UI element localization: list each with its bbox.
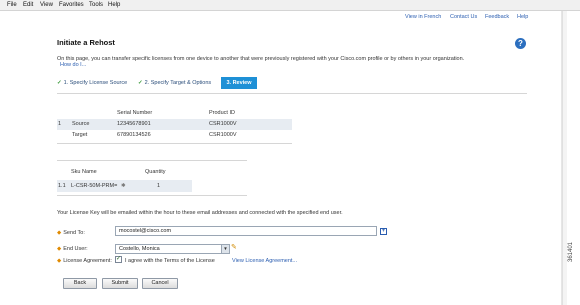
table-bottom-rule <box>57 143 292 144</box>
check-icon: ✓ <box>57 80 62 86</box>
link-contact-us[interactable]: Contact Us <box>450 14 477 20</box>
menu-favorites[interactable]: Favorites <box>59 2 84 8</box>
check-icon: ✓ <box>138 80 143 86</box>
row-index: 1.1 <box>58 183 66 189</box>
agree-text: I agree with the Terms of the License <box>125 258 215 264</box>
end-user-value: Costello, Monica <box>119 246 160 252</box>
submit-button[interactable]: Submit <box>102 278 138 289</box>
end-user-select[interactable]: Costello, Monica ▼ <box>115 244 230 254</box>
back-button[interactable]: Back <box>63 278 97 289</box>
license-agreement-label: ◆ License Agreement: <box>57 258 112 264</box>
header-product-id: Product ID <box>209 110 235 116</box>
menu-help[interactable]: Help <box>108 2 120 8</box>
figure-number: 361401 <box>568 241 574 262</box>
add-icon[interactable]: + <box>380 228 387 235</box>
row-role: Source <box>72 121 90 127</box>
menu-view[interactable]: View <box>40 2 53 8</box>
chevron-down-icon[interactable]: ▼ <box>221 245 229 253</box>
row-product: CSR1000V <box>209 132 237 138</box>
step-review: 3. Review <box>221 77 257 89</box>
row-serial: 12345678901 <box>117 121 151 127</box>
info-icon[interactable]: ✱ <box>121 183 126 189</box>
menu-tools[interactable]: Tools <box>89 2 103 8</box>
row-role: Target <box>72 132 88 138</box>
header-sku-name: Sku Name <box>71 169 97 175</box>
table-row: Target 67890134526 CSR1000V <box>57 130 292 141</box>
email-note: Your License Key will be emailed within … <box>57 210 343 216</box>
header-serial-number: Serial Number <box>117 110 153 116</box>
cancel-button[interactable]: Cancel <box>142 278 178 289</box>
table-bottom-rule <box>57 195 247 196</box>
header-quantity: Quantity <box>145 169 166 175</box>
required-icon: ◆ <box>57 246 62 252</box>
how-do-i-link[interactable]: How do I... <box>60 62 86 68</box>
table-row: 1 Source 12345678901 CSR1000V <box>57 119 292 130</box>
row-serial: 67890134526 <box>117 132 151 138</box>
page-title: Initiate a Rehost <box>57 38 115 47</box>
required-icon: ◆ <box>57 258 62 264</box>
menu-edit[interactable]: Edit <box>23 2 33 8</box>
required-icon: ◆ <box>57 230 62 236</box>
step-specify-license-source[interactable]: ✓ 1. Specify License Source <box>57 80 127 86</box>
row-quantity: 1 <box>157 183 161 189</box>
table-top-rule <box>57 160 247 161</box>
vertical-scrollbar[interactable] <box>562 11 567 305</box>
end-user-label: ◆ End User: <box>57 246 88 252</box>
row-product: CSR1000V <box>209 121 237 127</box>
step-specify-target-options[interactable]: ✓ 2. Specify Target & Options <box>138 80 211 86</box>
menu-file[interactable]: File <box>7 2 17 8</box>
page-description: On this page, you can transfer specific … <box>57 56 465 62</box>
step-label: 2. Specify Target & Options <box>144 80 212 86</box>
step-label: 1. Specify License Source <box>63 80 128 86</box>
divider <box>57 93 527 94</box>
table-row: 1.1 L-CSR-50M-PRM= ✱ 1 <box>57 180 192 192</box>
row-index: 1 <box>58 121 62 127</box>
link-feedback[interactable]: Feedback <box>485 14 509 20</box>
send-to-label: ◆ Send To: <box>57 230 85 236</box>
link-help[interactable]: Help <box>517 14 528 20</box>
view-license-link[interactable]: View License Agreement... <box>232 258 297 264</box>
pencil-icon[interactable]: ✎ <box>231 243 237 251</box>
send-to-input[interactable] <box>115 226 377 236</box>
menu-bar: File Edit View Favorites Tools Help <box>0 0 580 11</box>
agree-checkbox[interactable]: ✓ <box>115 256 122 263</box>
row-sku: L-CSR-50M-PRM= <box>71 183 118 189</box>
help-icon[interactable]: ? <box>515 38 526 49</box>
link-view-in-french[interactable]: View in French <box>405 14 441 20</box>
